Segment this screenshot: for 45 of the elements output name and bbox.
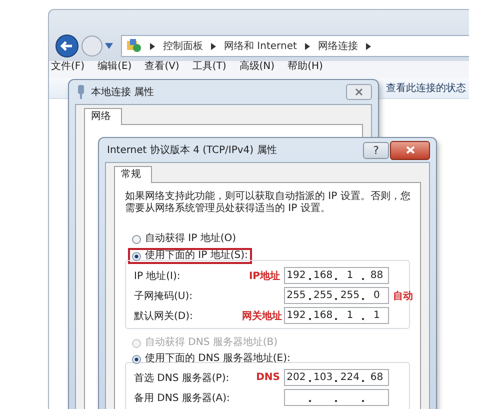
radio-option[interactable]: 自动获得 IP 地址(O) <box>132 233 236 245</box>
chevron-icon[interactable] <box>211 42 216 50</box>
field-label: 子网掩码(U): <box>134 290 194 302</box>
network-folder-icon[interactable] <box>126 38 142 54</box>
close-button[interactable] <box>346 84 372 100</box>
back-icon[interactable] <box>55 34 79 58</box>
field-label: IP 地址(I): <box>134 270 182 282</box>
adapter-icon[interactable] <box>77 85 85 99</box>
window-title: Internet 协议版本 4 (TCP/IPv4) 属性 <box>107 144 278 157</box>
chevron-icon[interactable] <box>304 42 310 50</box>
breadcrumb-item[interactable]: 网络和 Internet <box>224 39 297 53</box>
chevron-icon[interactable] <box>150 42 155 50</box>
dropdown-icon[interactable] <box>105 43 113 49</box>
tab[interactable]: 网络 <box>84 108 122 125</box>
menu-item[interactable]: 编辑(E) <box>98 61 132 73</box>
window-title: 本地连接 属性 <box>91 86 156 99</box>
annotation-text: 自动 <box>393 290 413 302</box>
menu-item[interactable]: 帮助(H) <box>288 61 323 73</box>
close-button[interactable] <box>390 140 430 160</box>
menu-item[interactable]: 查看(V) <box>144 61 180 73</box>
menu-item[interactable]: 文件(F) <box>51 61 85 73</box>
field-label: 备用 DNS 服务器(A): <box>134 392 231 404</box>
ip-field[interactable]: 255 255 255 0 <box>284 287 389 304</box>
help-button[interactable]: ? <box>363 142 389 158</box>
breadcrumb-item[interactable]: 控制面板 <box>163 39 203 53</box>
address-bar[interactable]: 控制面板 网络和 Internet 网络连接 <box>121 35 469 57</box>
ip-field[interactable] <box>284 389 389 406</box>
tab[interactable]: 常规 <box>114 166 152 183</box>
close-icon[interactable] <box>355 88 363 96</box>
menu-item[interactable]: 工具(T) <box>192 61 226 73</box>
ip-field[interactable]: 192 168 1 88 <box>284 267 389 284</box>
breadcrumb-item[interactable]: 网络连接 <box>318 39 358 53</box>
field-label: 默认网关(D): <box>134 310 194 322</box>
annotation-text: DNS <box>255 372 280 383</box>
radio-option[interactable]: 使用下面的 IP 地址(S): <box>132 250 248 262</box>
toolbar-item[interactable]: 查看此连接的状态 <box>386 81 466 95</box>
ip-field[interactable]: 202 103 224 68 <box>284 369 389 386</box>
annotation-text: 网关地址 <box>242 310 280 322</box>
field-label: 首选 DNS 服务器(P): <box>134 372 230 384</box>
chevron-icon[interactable] <box>366 42 371 50</box>
menu-item[interactable]: 高级(N) <box>239 61 275 73</box>
annotation-text: IP地址 <box>248 270 280 282</box>
radio-option[interactable]: 使用下面的 DNS 服务器地址(E): <box>132 353 290 365</box>
ip-field[interactable]: 192 168 1 1 <box>284 307 389 324</box>
description-text: 如果网络支持此功能，则可以获取自动指派的 IP 设置。否则，您需要从网络系统管理员处获得适当的 IP 设置。 <box>125 191 412 215</box>
